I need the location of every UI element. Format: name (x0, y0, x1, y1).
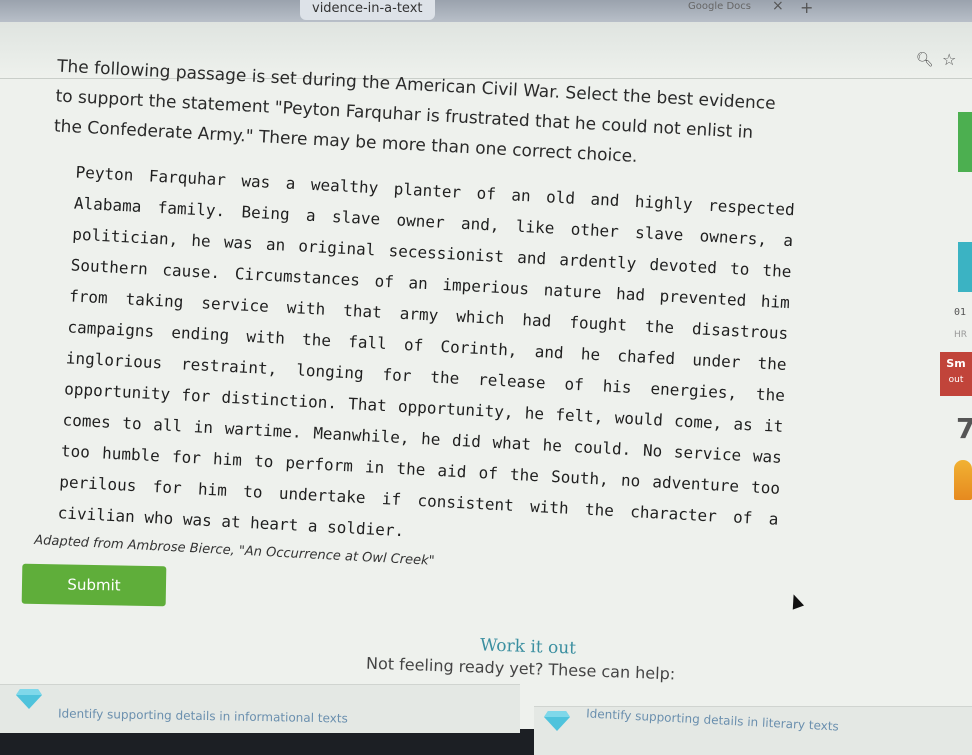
tab-google-docs[interactable]: Google Docs (680, 0, 759, 16)
page: 🔍︎ ☆ The following passage is set during… (0, 22, 972, 755)
score-digit: 7 (956, 412, 972, 445)
help-link-literary[interactable]: Identify supporting details in literary … (534, 706, 972, 755)
work-it-out-link[interactable]: Work it out (480, 635, 577, 658)
passage-sentence[interactable]: Meanwhile, he did what he could. (313, 423, 632, 459)
passage-sentence[interactable]: No service was too humble for him to per… (57, 441, 782, 541)
right-sidebar: 01 HR Sm out 7 (940, 112, 972, 532)
help-prompt: Not feeling ready yet? These can help: (365, 653, 676, 684)
new-tab-icon[interactable]: + (800, 0, 813, 17)
submit-button[interactable]: Submit (21, 563, 167, 607)
star-icon[interactable]: ☆ (942, 50, 956, 69)
passage-sentence[interactable]: Circumstances of an imperious nature had… (64, 264, 791, 412)
smartscore-sub: out (948, 375, 964, 385)
gem-icon (16, 689, 42, 709)
mouse-cursor-icon (787, 592, 805, 610)
magnifier-icon[interactable]: 🔍︎ (916, 52, 934, 68)
sidebar-teal-tab[interactable] (958, 242, 972, 292)
help-link-label: Identify supporting details in informati… (57, 706, 348, 726)
gem-icon (544, 711, 570, 731)
timer-value: 01 (954, 307, 967, 318)
tab-current[interactable]: vidence-in-a-text (300, 0, 435, 20)
smartscore-badge: Sm out (940, 352, 972, 396)
help-link-label: Identify supporting details in literary … (585, 706, 840, 734)
question-content: The following passage is set during the … (4, 50, 809, 587)
passage: Peyton Farquhar was a wealthy planter of… (57, 157, 795, 566)
timer-unit: HR (954, 330, 968, 340)
close-tab-icon[interactable]: × (772, 0, 784, 14)
smartscore-label: Sm (946, 357, 966, 370)
help-link-informational[interactable]: Identify supporting details in informati… (0, 684, 520, 733)
sidebar-green-tab[interactable] (958, 112, 972, 172)
medal-icon (954, 460, 972, 500)
